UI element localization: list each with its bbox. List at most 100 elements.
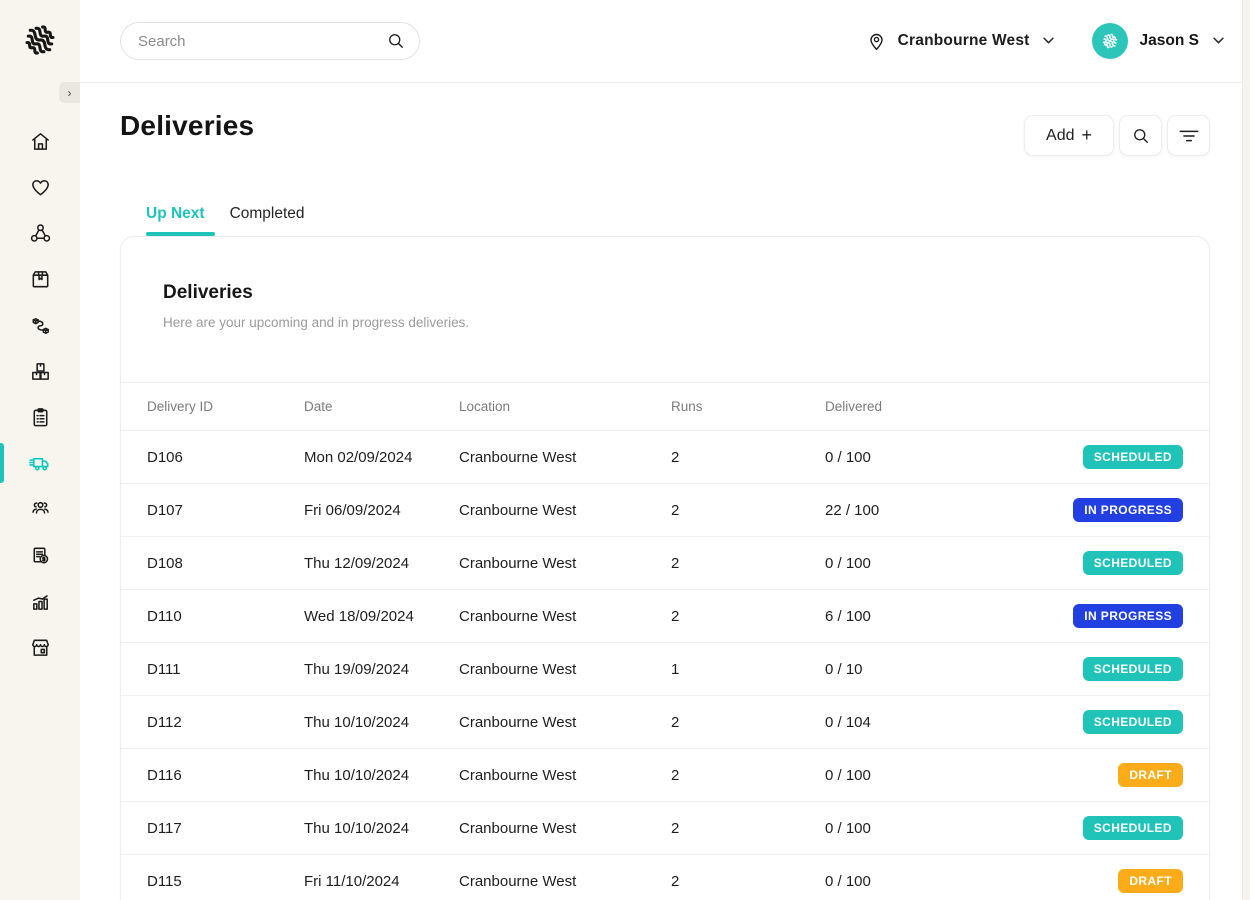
user-name: Jason S — [1140, 32, 1199, 50]
table-body: D106 Mon 02/09/2024 Cranbourne West 2 0 … — [121, 431, 1209, 900]
delivered-cell: 0 / 100 — [825, 820, 1083, 837]
avatar — [1092, 23, 1128, 59]
col-date: Date — [304, 399, 459, 414]
heart-icon — [29, 176, 52, 199]
table-row[interactable]: D107 Fri 06/09/2024 Cranbourne West 2 22… — [121, 484, 1209, 537]
table-row[interactable]: D116 Thu 10/10/2024 Cranbourne West 2 0 … — [121, 749, 1209, 802]
route-icon — [29, 314, 52, 337]
delivery-id-cell: D107 — [147, 502, 304, 519]
sidebar-item-routes[interactable] — [0, 302, 80, 348]
chevron-down-icon — [1043, 37, 1054, 45]
delivery-id-cell: D108 — [147, 555, 304, 572]
filter-button[interactable] — [1167, 115, 1210, 156]
active-indicator — [0, 443, 4, 483]
status-cell: SCHEDULED — [1083, 816, 1183, 840]
deliveries-card: Deliveries Here are your upcoming and in… — [120, 236, 1210, 900]
runs-cell: 2 — [671, 608, 825, 625]
analytics-chart-icon — [29, 590, 52, 613]
sidebar-item-favourites[interactable] — [0, 164, 80, 210]
page-title: Deliveries — [120, 110, 254, 142]
sidebar-collapse-button[interactable]: › — [59, 82, 80, 103]
location-pin-icon — [866, 31, 887, 52]
location-cell: Cranbourne West — [459, 661, 671, 678]
package-icon — [29, 268, 52, 291]
sidebar-item-customers[interactable] — [0, 486, 80, 532]
status-badge: SCHEDULED — [1083, 445, 1183, 469]
status-cell: IN PROGRESS — [1073, 498, 1183, 522]
table-row[interactable]: D115 Fri 11/10/2024 Cranbourne West 2 0 … — [121, 855, 1209, 900]
main-content: Deliveries Add + Up Next Completed Delive… — [80, 83, 1242, 900]
sidebar-item-deliveries[interactable] — [0, 440, 80, 486]
sidebar-item-inventory[interactable] — [0, 348, 80, 394]
delivery-id-cell: D117 — [147, 820, 304, 837]
date-cell: Mon 02/09/2024 — [304, 449, 459, 466]
status-badge: SCHEDULED — [1083, 710, 1183, 734]
date-cell: Thu 10/10/2024 — [304, 767, 459, 784]
status-cell: DRAFT — [1118, 763, 1183, 787]
sidebar-item-home[interactable] — [0, 118, 80, 164]
delivered-cell: 0 / 100 — [825, 555, 1083, 572]
date-cell: Thu 10/10/2024 — [304, 714, 459, 731]
date-cell: Thu 19/09/2024 — [304, 661, 459, 678]
status-cell: SCHEDULED — [1083, 657, 1183, 681]
tab-completed[interactable]: Completed — [230, 205, 305, 236]
status-badge: SCHEDULED — [1083, 551, 1183, 575]
sidebar: › — [0, 0, 80, 900]
add-button-label: Add — [1046, 127, 1074, 145]
delivered-cell: 0 / 100 — [825, 449, 1083, 466]
user-menu[interactable]: Jason S — [1092, 23, 1224, 59]
add-button[interactable]: Add + — [1024, 115, 1114, 156]
search-input[interactable] — [120, 22, 420, 60]
table-header-row: Delivery ID Date Location Runs Delivered — [121, 382, 1209, 431]
delivered-cell: 6 / 100 — [825, 608, 1073, 625]
tab-bar: Up Next Completed — [146, 205, 305, 236]
deliveries-table: Delivery ID Date Location Runs Delivered… — [121, 382, 1209, 900]
status-badge: SCHEDULED — [1083, 816, 1183, 840]
scrollbar-track[interactable] — [1242, 0, 1250, 900]
sidebar-item-store[interactable] — [0, 624, 80, 670]
search-icon[interactable] — [386, 31, 406, 51]
status-cell: SCHEDULED — [1083, 551, 1183, 575]
date-cell: Thu 10/10/2024 — [304, 820, 459, 837]
table-row[interactable]: D117 Thu 10/10/2024 Cranbourne West 2 0 … — [121, 802, 1209, 855]
runs-cell: 2 — [671, 873, 825, 890]
sidebar-item-products[interactable] — [0, 256, 80, 302]
sidebar-item-network[interactable] — [0, 210, 80, 256]
col-delivered: Delivered — [825, 399, 1183, 414]
status-badge: SCHEDULED — [1083, 657, 1183, 681]
location-cell: Cranbourne West — [459, 873, 671, 890]
delivered-cell: 22 / 100 — [825, 502, 1073, 519]
table-row[interactable]: D112 Thu 10/10/2024 Cranbourne West 2 0 … — [121, 696, 1209, 749]
status-cell: DRAFT — [1118, 869, 1183, 893]
search-icon — [1131, 126, 1151, 146]
col-runs: Runs — [671, 399, 825, 414]
date-cell: Fri 06/09/2024 — [304, 502, 459, 519]
col-delivery-id: Delivery ID — [147, 399, 304, 414]
sidebar-item-reports[interactable] — [0, 578, 80, 624]
page-actions: Add + — [1024, 115, 1210, 156]
search-button[interactable] — [1119, 115, 1162, 156]
delivery-id-cell: D112 — [147, 714, 304, 731]
location-selector[interactable]: Cranbourne West — [866, 31, 1054, 52]
table-row[interactable]: D111 Thu 19/09/2024 Cranbourne West 1 0 … — [121, 643, 1209, 696]
table-row[interactable]: D106 Mon 02/09/2024 Cranbourne West 2 0 … — [121, 431, 1209, 484]
global-search — [120, 22, 420, 60]
delivery-id-cell: D110 — [147, 608, 304, 625]
sidebar-item-invoices[interactable] — [0, 532, 80, 578]
plus-icon: + — [1081, 125, 1092, 146]
runs-cell: 2 — [671, 502, 825, 519]
status-badge: DRAFT — [1118, 763, 1183, 787]
chevron-down-icon — [1213, 37, 1224, 45]
brand-logo-icon[interactable] — [18, 18, 62, 62]
delivered-cell: 0 / 100 — [825, 873, 1118, 890]
runs-cell: 2 — [671, 555, 825, 572]
table-row[interactable]: D110 Wed 18/09/2024 Cranbourne West 2 6 … — [121, 590, 1209, 643]
status-badge: IN PROGRESS — [1073, 604, 1183, 628]
top-header: Cranbourne West Jason S — [80, 0, 1242, 83]
tab-up-next[interactable]: Up Next — [146, 205, 205, 236]
table-row[interactable]: D108 Thu 12/09/2024 Cranbourne West 2 0 … — [121, 537, 1209, 590]
sidebar-item-orders[interactable] — [0, 394, 80, 440]
runs-cell: 2 — [671, 767, 825, 784]
storefront-icon — [29, 636, 52, 659]
runs-cell: 2 — [671, 449, 825, 466]
